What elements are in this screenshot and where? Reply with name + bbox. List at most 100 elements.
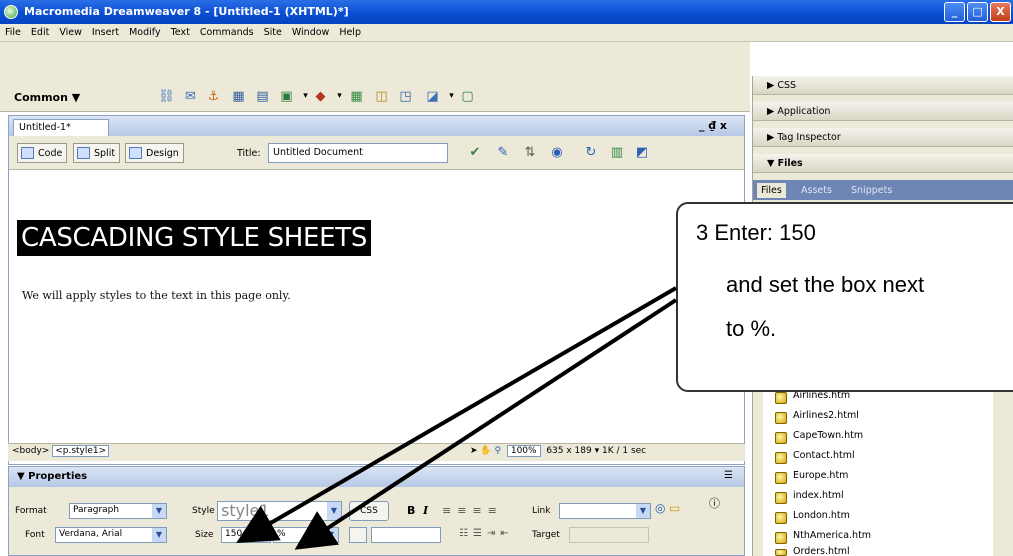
- menu-text[interactable]: Text: [166, 24, 195, 38]
- style-label: Style: [192, 506, 215, 516]
- comment-icon[interactable]: ◳: [397, 88, 414, 105]
- format-select[interactable]: Paragraph ▼: [69, 503, 167, 519]
- tag-body[interactable]: <body>: [12, 446, 49, 456]
- menu-site[interactable]: Site: [259, 24, 287, 38]
- select-tool-icon[interactable]: ➤: [470, 446, 478, 456]
- document-window-controls[interactable]: _ ₫ x: [699, 119, 727, 132]
- font-select[interactable]: Verdana, Arial ▼: [55, 527, 167, 543]
- target-select[interactable]: [569, 527, 649, 543]
- file-item[interactable]: Contact.html: [793, 450, 855, 470]
- page-paragraph[interactable]: We will apply styles to the text in this…: [22, 289, 291, 302]
- templates-dropdown-icon[interactable]: ▾: [443, 88, 460, 105]
- document-title-input[interactable]: Untitled Document: [268, 143, 448, 163]
- font-value: Verdana, Arial: [59, 529, 123, 539]
- text-color-input[interactable]: [371, 527, 441, 543]
- file-item[interactable]: Airlines.htm: [793, 390, 850, 410]
- callout-line-2: and set the box next: [726, 272, 925, 297]
- table-icon[interactable]: ▦: [230, 88, 247, 105]
- browser-check-icon[interactable]: ✎: [493, 145, 513, 160]
- file-item[interactable]: CapeTown.htm: [793, 430, 863, 450]
- tag-inspector-panel-header[interactable]: ▶ Tag Inspector: [753, 128, 1013, 147]
- chevron-down-icon: ▼: [636, 504, 650, 518]
- hyperlink-icon[interactable]: ⛓: [158, 88, 175, 105]
- zoom-level[interactable]: 100%: [506, 445, 541, 457]
- alignment-icons[interactable]: ≡≡≡≡: [442, 504, 503, 517]
- menu-file[interactable]: File: [0, 24, 26, 38]
- menu-commands[interactable]: Commands: [195, 24, 259, 38]
- menu-insert[interactable]: Insert: [87, 24, 124, 38]
- view-options-icon[interactable]: ▥: [607, 145, 627, 160]
- files-panel-tabs: Files Assets Snippets: [753, 180, 1013, 200]
- html-file-icon: [775, 549, 787, 556]
- file-item[interactable]: London.htm: [793, 510, 850, 530]
- date-icon[interactable]: ▦: [348, 88, 365, 105]
- zoom-tool-icon[interactable]: ⚲: [495, 446, 502, 456]
- chevron-down-icon: ▼: [324, 528, 338, 542]
- split-view-button[interactable]: Split: [73, 143, 121, 163]
- size-input[interactable]: 150 ▼: [221, 527, 271, 543]
- title-label: Title:: [237, 148, 261, 159]
- text-color-button[interactable]: [349, 527, 367, 543]
- refresh-icon[interactable]: ↻: [581, 145, 601, 160]
- hand-tool-icon[interactable]: ✋: [480, 446, 491, 456]
- list-indent-icons[interactable]: ☷☰⇥⇤: [459, 528, 514, 539]
- server-side-include-icon[interactable]: ◫: [373, 88, 390, 105]
- size-unit-select[interactable]: % ▼: [273, 527, 339, 543]
- help-icon[interactable]: ⓘ: [709, 495, 720, 511]
- download-size: 1K / 1 sec: [601, 446, 647, 456]
- code-view-button[interactable]: Code: [17, 143, 68, 163]
- html-file-icon: [775, 512, 787, 524]
- named-anchor-icon[interactable]: ⚓: [205, 88, 222, 105]
- bold-button[interactable]: B: [407, 504, 415, 517]
- media-dropdown-icon[interactable]: ▾: [331, 88, 348, 105]
- code-view-icon: [21, 147, 34, 159]
- media-icon[interactable]: ◆: [312, 88, 329, 105]
- menu-edit[interactable]: Edit: [26, 24, 54, 38]
- insert-category-dropdown[interactable]: Common ▼: [14, 91, 80, 104]
- menu-modify[interactable]: Modify: [124, 24, 165, 38]
- document-tab[interactable]: Untitled-1*: [13, 119, 109, 136]
- style-select[interactable]: style1 ▼: [217, 501, 342, 521]
- menu-window[interactable]: Window: [287, 24, 334, 38]
- tag-chooser-icon[interactable]: ▢: [459, 88, 476, 105]
- application-panel-header[interactable]: ▶ Application: [753, 102, 1013, 121]
- file-item[interactable]: Airlines2.html: [793, 410, 859, 430]
- status-info: ➤ ✋ ⚲ 100% 635 x 189 ▾ 1K / 1 sec: [470, 445, 647, 457]
- tab-snippets[interactable]: Snippets: [847, 183, 896, 198]
- title-bar: Macromedia Dreamweaver 8 - [Untitled-1 (…: [0, 0, 1013, 24]
- file-item[interactable]: index.html: [793, 490, 844, 510]
- window-size[interactable]: 635 x 189: [546, 446, 591, 456]
- validation-icon[interactable]: ✔: [465, 145, 485, 160]
- italic-button[interactable]: I: [423, 504, 428, 517]
- file-item[interactable]: Orders.html: [793, 546, 850, 556]
- tab-assets[interactable]: Assets: [797, 183, 836, 198]
- visual-aids-icon[interactable]: ◩: [632, 145, 652, 160]
- maximize-button[interactable]: □: [967, 2, 988, 22]
- layer-icon[interactable]: ▤: [254, 88, 271, 105]
- browse-folder-icon[interactable]: ▭: [669, 501, 680, 515]
- email-link-icon[interactable]: ✉: [182, 88, 199, 105]
- menu-help[interactable]: Help: [334, 24, 366, 38]
- preview-browser-icon[interactable]: ◉: [547, 145, 567, 160]
- menu-view[interactable]: View: [54, 24, 87, 38]
- design-view-button[interactable]: Design: [125, 143, 184, 163]
- link-input[interactable]: ▼: [559, 503, 651, 519]
- properties-header[interactable]: ▼ Properties ☰: [9, 467, 744, 487]
- callout-line-3: to %.: [726, 316, 777, 341]
- file-management-icon[interactable]: ⇅: [520, 145, 540, 160]
- css-panel-header[interactable]: ▶ CSS: [753, 76, 1013, 95]
- panel-options-icon[interactable]: ☰: [724, 470, 733, 481]
- css-button[interactable]: CSS: [349, 501, 389, 521]
- page-heading[interactable]: CASCADING STYLE SHEETS: [17, 220, 372, 256]
- target-label: Target: [532, 530, 560, 540]
- tab-files[interactable]: Files: [757, 183, 786, 198]
- file-item[interactable]: Europe.htm: [793, 470, 848, 490]
- close-button[interactable]: X: [990, 2, 1011, 22]
- templates-icon[interactable]: ◪: [424, 88, 441, 105]
- image-icon[interactable]: ▣: [278, 88, 295, 105]
- files-panel-header[interactable]: ▼ Files: [753, 154, 1013, 173]
- tag-p-style1[interactable]: <p.style1>: [52, 445, 110, 457]
- point-to-file-icon[interactable]: ◎: [655, 501, 665, 515]
- tag-selector: <body> <p.style1>: [12, 445, 110, 457]
- minimize-button[interactable]: _: [944, 2, 965, 22]
